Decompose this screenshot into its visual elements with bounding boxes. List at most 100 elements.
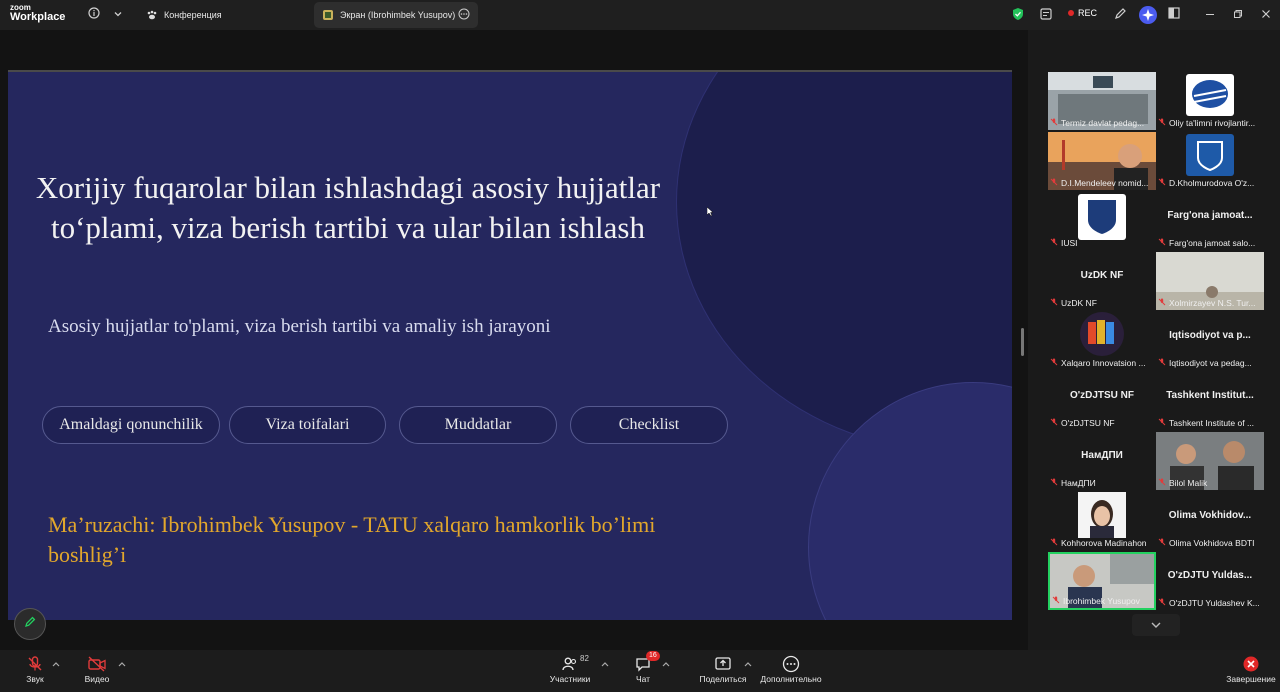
- shield-check-icon[interactable]: [1010, 7, 1026, 23]
- participant-name-label: Termiz davlat pedag...: [1050, 118, 1154, 128]
- chevron-down-icon[interactable]: [110, 7, 126, 23]
- participant-name-label: D.I.Mendeleev nomid...: [1050, 178, 1154, 188]
- participant-name-label: Xalqaro Innovatsion ...: [1050, 358, 1154, 368]
- participant-display-name: Iqtisodiyot va p...: [1169, 330, 1251, 341]
- participant-name: D.Kholmurodova O'z...: [1169, 178, 1255, 188]
- participant-tile[interactable]: Ibrohimbek Yusupov: [1048, 552, 1156, 610]
- participant-display-name: Tashkent Institut...: [1166, 390, 1254, 401]
- minimize-icon[interactable]: [1202, 7, 1218, 23]
- mic-muted-icon: [1158, 358, 1166, 368]
- screen-icon: [322, 9, 334, 21]
- participant-name-label: Olima Vokhidova BDTI: [1158, 538, 1262, 548]
- participant-display-name: Farg'ona jamoat...: [1167, 210, 1253, 221]
- mic-muted-icon: [22, 654, 48, 674]
- participant-tile[interactable]: Tashkent Institut... Tashkent Institute o…: [1156, 372, 1264, 430]
- ai-companion-icon[interactable]: [1138, 5, 1158, 25]
- slide-button-deadlines[interactable]: Muddatlar: [399, 406, 557, 444]
- tab-label: Конференция: [164, 10, 222, 20]
- audio-options-caret[interactable]: [52, 660, 60, 669]
- participants-options-caret[interactable]: [601, 660, 609, 669]
- participant-name-label: UzDK NF: [1050, 298, 1154, 308]
- video-label: Видео: [84, 674, 110, 684]
- participant-name: Kohhorova Madinahon: [1061, 538, 1147, 548]
- participant-display-name: UzDK NF: [1080, 270, 1124, 281]
- gallery-scroll-down-button[interactable]: [1132, 614, 1180, 636]
- participant-tile[interactable]: O'zDJTU Yuldas... O'zDJTU Yuldashev K...: [1156, 552, 1264, 610]
- tab-label: Экран (Ibrohimbek Yusupov): [340, 10, 456, 20]
- mic-muted-icon: [1050, 298, 1058, 308]
- slide-button-checklist[interactable]: Checklist: [570, 406, 728, 444]
- participant-name-label: O'zDJTU Yuldashev K...: [1158, 598, 1262, 608]
- participant-name-label: D.Kholmurodova O'z...: [1158, 178, 1262, 188]
- zoom-logo: zoom Workplace: [10, 4, 65, 23]
- participant-display-name: O'zDJTU Yuldas...: [1167, 570, 1253, 581]
- slide-button-legislation[interactable]: Amaldagi qonunchilik: [42, 406, 220, 444]
- share-stage: Xorijiy fuqarolar bilan ishlashdagi asos…: [0, 30, 1028, 650]
- mic-muted-icon: [1050, 178, 1058, 188]
- participant-tile[interactable]: Kohhorova Madinahon: [1048, 492, 1156, 550]
- chat-button[interactable]: 16 Чат: [630, 651, 660, 684]
- end-label: Завершение: [1226, 674, 1276, 684]
- participant-name: Xalqaro Innovatsion ...: [1061, 358, 1146, 368]
- participant-name-label: Bilol Malik: [1158, 478, 1262, 488]
- participant-tile[interactable]: IUSI: [1048, 192, 1156, 250]
- share-options-caret[interactable]: [744, 660, 752, 669]
- participant-tile[interactable]: Bilol Malik: [1156, 432, 1264, 490]
- tab-conference[interactable]: Конференция: [138, 2, 230, 28]
- participant-display-name: НамДПИ: [1081, 450, 1123, 461]
- participant-display-name: O'zDJTSU NF: [1069, 390, 1135, 401]
- mute-button[interactable]: Звук: [22, 654, 48, 684]
- close-icon[interactable]: [1258, 7, 1274, 23]
- video-button[interactable]: Видео: [84, 654, 110, 684]
- annotate-pen-icon[interactable]: [1112, 7, 1128, 23]
- participants-button[interactable]: 82 Участники: [548, 654, 592, 684]
- annotation-pen-button[interactable]: [14, 608, 46, 640]
- mic-muted-icon: [1158, 598, 1166, 608]
- participant-name: НамДПИ: [1061, 478, 1096, 488]
- mic-muted-icon: [1158, 178, 1166, 188]
- slide-button-visa-types[interactable]: Viza toifalari: [229, 406, 386, 444]
- participant-tile[interactable]: D.I.Mendeleev nomid...: [1048, 132, 1156, 190]
- participant-name: Farg'ona jamoat salo...: [1169, 238, 1256, 248]
- notes-icon[interactable]: [1038, 7, 1054, 23]
- participant-tile[interactable]: Iqtisodiyot va p... Iqtisodiyot va pedag.…: [1156, 312, 1264, 370]
- panel-resize-handle[interactable]: [1021, 328, 1024, 356]
- participant-tile[interactable]: UzDK NF UzDK NF: [1048, 252, 1156, 310]
- participants-label: Участники: [549, 674, 591, 684]
- recording-indicator[interactable]: REC: [1068, 8, 1097, 18]
- rec-label: REC: [1078, 8, 1098, 18]
- participant-name: Xolmirzayev N.S. Tur...: [1169, 298, 1256, 308]
- participant-tile[interactable]: D.Kholmurodova O'z...: [1156, 132, 1264, 190]
- participant-name-label: Iqtisodiyot va pedag...: [1158, 358, 1262, 368]
- participant-tile[interactable]: Xolmirzayev N.S. Tur...: [1156, 252, 1264, 310]
- presentation-slide: Xorijiy fuqarolar bilan ishlashdagi asos…: [8, 70, 1012, 620]
- participant-tile[interactable]: Xalqaro Innovatsion ...: [1048, 312, 1156, 370]
- panel-toggle-icon[interactable]: [1166, 7, 1182, 23]
- restore-icon[interactable]: [1230, 7, 1246, 23]
- participant-name-label: НамДПИ: [1050, 478, 1154, 488]
- video-off-icon: [84, 654, 110, 674]
- info-icon[interactable]: [86, 7, 102, 23]
- participant-tile[interactable]: НамДПИ НамДПИ: [1048, 432, 1156, 490]
- participant-tile[interactable]: O'zDJTSU NF O'zDJTSU NF: [1048, 372, 1156, 430]
- mic-muted-icon: [1050, 358, 1058, 368]
- more-button[interactable]: Дополнительно: [760, 654, 822, 684]
- participant-tile[interactable]: Oliy ta'limni rivojlantir...: [1156, 72, 1264, 130]
- slide-title: Xorijiy fuqarolar bilan ishlashdagi asos…: [35, 170, 661, 245]
- mic-muted-icon: [1158, 478, 1166, 488]
- mic-muted-icon: [1158, 238, 1166, 248]
- chat-options-caret[interactable]: [662, 660, 670, 669]
- chevron-down-icon: [1150, 618, 1162, 632]
- participant-name-label: Oliy ta'limni rivojlantir...: [1158, 118, 1262, 128]
- participant-tile[interactable]: Farg'ona jamoat... Farg'ona jamoat salo..…: [1156, 192, 1264, 250]
- participant-tile[interactable]: Olima Vokhidov... Olima Vokhidova BDTI: [1156, 492, 1264, 550]
- participant-tile[interactable]: Termiz davlat pedag...: [1048, 72, 1156, 130]
- end-meeting-button[interactable]: Завершение: [1226, 654, 1276, 684]
- more-options-icon[interactable]: [458, 8, 470, 22]
- chat-icon: 16: [630, 651, 660, 674]
- video-options-caret[interactable]: [118, 660, 126, 669]
- tab-screen-share[interactable]: Экран (Ibrohimbek Yusupov): [314, 2, 478, 28]
- participant-name: Tashkent Institute of ...: [1169, 418, 1255, 428]
- end-icon: [1226, 654, 1276, 674]
- share-button[interactable]: Поделиться: [698, 654, 748, 684]
